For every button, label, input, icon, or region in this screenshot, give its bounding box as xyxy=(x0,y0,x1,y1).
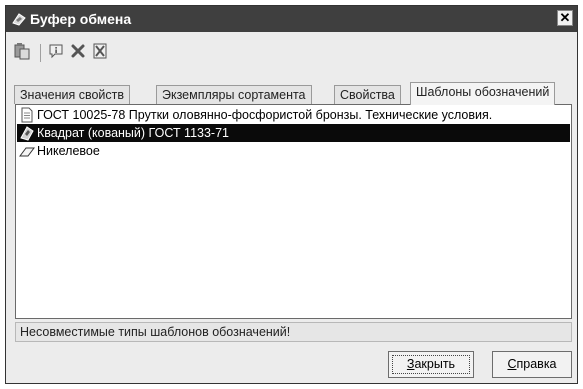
tab-strip: Значения свойств Экземпляры сортамента С… xyxy=(14,82,574,105)
eraser-icon xyxy=(19,143,35,159)
list-item-label: Квадрат (кованый) ГОСТ 1133-71 xyxy=(37,126,229,140)
help-button-mnemonic: С xyxy=(507,357,517,371)
document-icon xyxy=(19,107,35,123)
info-icon xyxy=(47,42,65,65)
clear-all-icon xyxy=(91,42,109,65)
delete-button[interactable] xyxy=(68,42,88,64)
tab-property-values[interactable]: Значения свойств xyxy=(14,85,131,104)
tab-designation-templates[interactable]: Шаблоны обозначений xyxy=(410,82,556,105)
window-title: Буфер обмена xyxy=(30,11,132,27)
paste-button[interactable] xyxy=(12,42,32,64)
clipboard-dialog: Буфер обмена ✕ Значения свойств Экземпля… xyxy=(5,5,578,384)
clear-all-button[interactable] xyxy=(90,42,110,64)
tab-assortment-instances[interactable]: Экземпляры сортамента xyxy=(156,85,312,104)
close-button[interactable]: Закрыть xyxy=(388,351,474,378)
status-message: Несовместимые типы шаблонов обозначений! xyxy=(15,322,572,342)
help-button[interactable]: Справка xyxy=(492,351,572,378)
list-item-selected[interactable]: Квадрат (кованый) ГОСТ 1133-71 xyxy=(17,124,570,142)
focus-rect xyxy=(392,355,470,374)
list-item-label: ГОСТ 10025-78 Прутки оловянно-фосфористо… xyxy=(37,108,493,122)
list-item-label: Никелевое xyxy=(37,144,100,158)
info-button[interactable] xyxy=(46,42,66,64)
paste-icon xyxy=(13,42,31,65)
toolbar-separator xyxy=(40,44,41,62)
tab-properties[interactable]: Свойства xyxy=(334,85,401,104)
title-bar[interactable]: Буфер обмена ✕ xyxy=(6,6,577,32)
list-item[interactable]: ГОСТ 10025-78 Прутки оловянно-фосфористо… xyxy=(17,106,570,124)
toolbar xyxy=(6,42,577,68)
list-item[interactable]: Никелевое xyxy=(17,142,570,160)
clipboard-app-icon xyxy=(11,11,27,27)
delete-icon xyxy=(69,42,87,65)
templates-list[interactable]: ГОСТ 10025-78 Прутки оловянно-фосфористо… xyxy=(15,104,572,319)
profile-icon xyxy=(19,125,35,141)
close-window-button[interactable]: ✕ xyxy=(557,10,573,26)
help-button-label: правка xyxy=(516,357,557,371)
